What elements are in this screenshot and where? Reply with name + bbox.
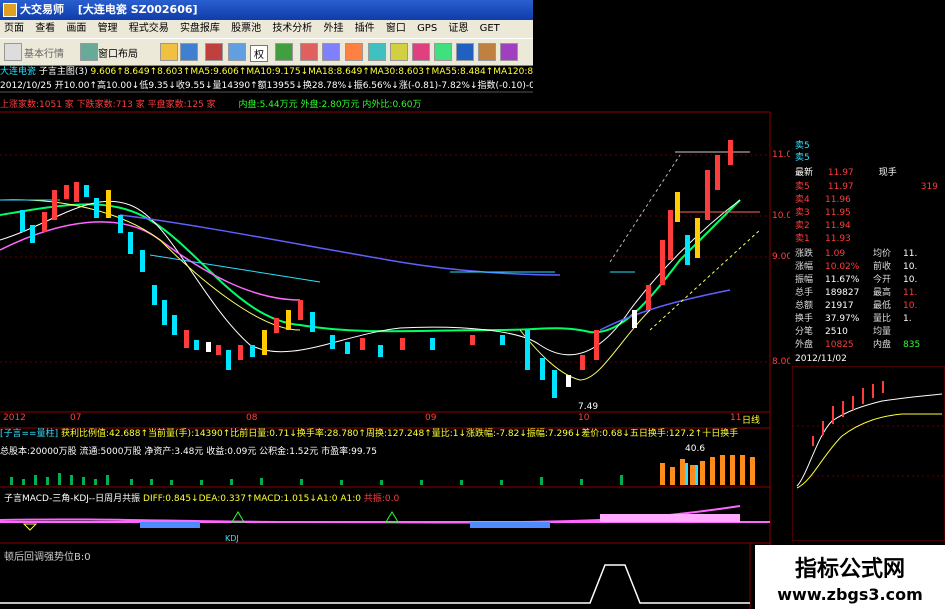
volume-bars (10, 455, 755, 485)
stat-row-pct: 涨幅 10.02% 前收 10. (795, 262, 918, 272)
low-price-label: 7.49 (578, 402, 599, 412)
ask-row-5: 卖5 11.97 319 (795, 182, 938, 192)
month-label-07: 07 (70, 413, 82, 423)
kdj-marker: KDJ (225, 534, 239, 543)
ma120-line (119, 214, 561, 276)
stat-row-change: 涨跌 1.09 均价 11. (795, 249, 918, 259)
stat-row-amount: 总额 21917 最低 10. (795, 301, 918, 311)
volume-stats: 获利比例值:42.688↑当前量(手):14390↑比前日量:0.71↓换手率:… (60, 429, 739, 439)
ask-row-1: 卖1 11.93 (795, 234, 851, 244)
level-line-3 (149, 254, 321, 283)
volume-title: [子言==量柱] (0, 429, 59, 439)
bottom-signal-chart (0, 564, 750, 604)
candles (20, 140, 733, 398)
ask-row-top: 卖5 (795, 153, 810, 163)
month-label-10: 10 (578, 413, 590, 423)
macd-chart (0, 505, 770, 531)
intraday-chart (792, 366, 945, 541)
stat-row-amp: 振幅 11.67% 今开 10. (795, 275, 918, 285)
period-label: 日线 (742, 416, 761, 426)
stat-row-outer-inner: 外盘 10825 内盘 835 (795, 340, 921, 350)
trend-line-2 (649, 229, 761, 331)
stat-row-trades: 分笔 2510 均量 (795, 327, 892, 337)
latest-row: 最新 11.97 现手 (795, 168, 897, 178)
stat-row-total: 总手 189827 最高 11. (795, 288, 918, 298)
watermark: 指标公式网 www.zbgs3.com (755, 545, 945, 609)
ma10-line (0, 199, 741, 334)
watermark-title: 指标公式网 (794, 557, 905, 582)
volume-axis-label: 40.6 (685, 444, 706, 454)
volume-header: [子言==量柱] 获利比例值:42.688↑当前量(手):14390↑比前日量:… (0, 428, 770, 440)
ask-row-2: 卖2 11.94 (795, 221, 851, 231)
month-label-09: 09 (425, 413, 437, 423)
month-label-08: 08 (246, 413, 258, 423)
ask-row-3: 卖3 11.95 (795, 208, 851, 218)
ask-row-4: 卖4 11.96 (795, 195, 851, 205)
watermark-url: www.zbgs3.com (777, 585, 923, 604)
month-label-2012: 2012 (3, 413, 26, 423)
month-label-11: 11 (730, 413, 742, 423)
intraday-date: 2012/11/02 (795, 354, 847, 364)
stat-row-turnover: 换手 37.97% 量比 1. (795, 314, 912, 324)
